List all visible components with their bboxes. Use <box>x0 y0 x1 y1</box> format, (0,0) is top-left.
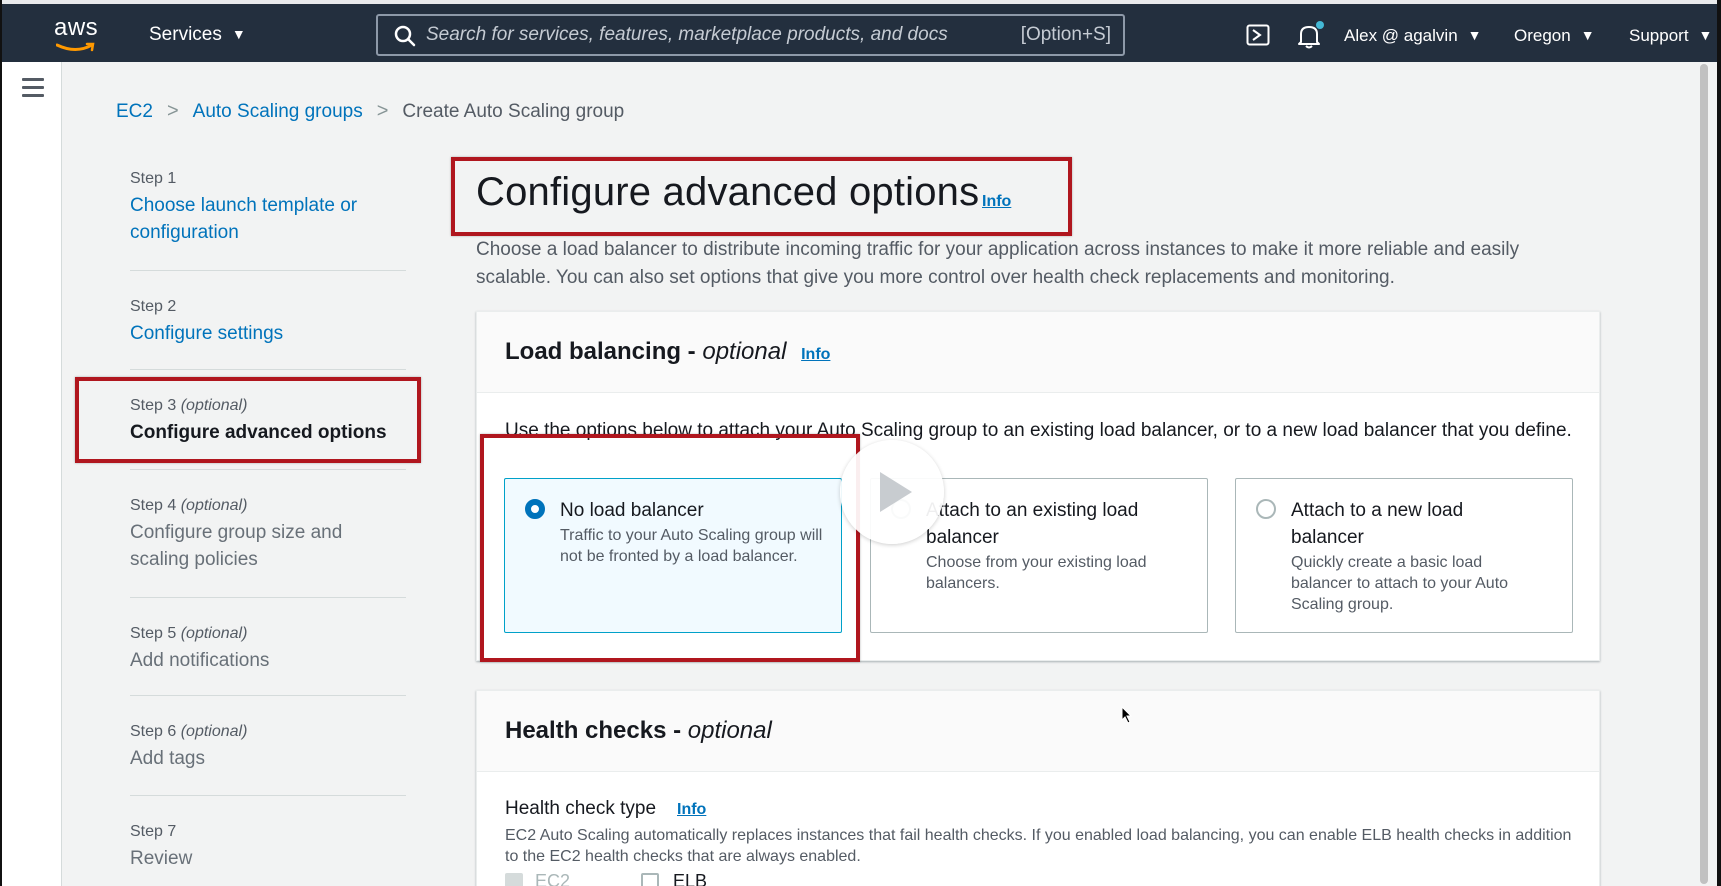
step-7-label: Review <box>130 848 193 869</box>
step-number: Step 4 (optional) <box>130 497 248 514</box>
caret-down-icon: ▼ <box>1467 27 1482 43</box>
side-rail <box>2 62 62 886</box>
option-description: Choose from your existing load balancers… <box>926 554 1147 592</box>
page-description: Choose a load balancer to distribute inc… <box>476 239 1520 288</box>
caret-down-icon: ▼ <box>1580 27 1595 43</box>
step-number: Step 2 <box>130 298 177 315</box>
top-navigation: aws Services ▼ [Option+S] <box>2 0 1717 62</box>
health-check-type-label: Health check type <box>505 798 657 819</box>
caret-down-icon: ▼ <box>1698 27 1713 43</box>
step-2: Step 2 Configure settings <box>130 271 406 370</box>
services-label: Services <box>149 24 222 45</box>
step-3-current: Configure advanced options <box>130 422 387 443</box>
support-label: Support <box>1629 26 1689 45</box>
load-balancing-intro: Use the options below to attach your Aut… <box>505 420 1572 441</box>
step-number: Step 1 <box>130 170 177 187</box>
chevron-right-icon: > <box>166 100 179 122</box>
load-balancing-panel: Load balancing - optional Info Use the o… <box>476 311 1600 661</box>
step-4-label: Configure group size and scaling policie… <box>130 522 343 570</box>
health-check-info-link[interactable]: Info <box>677 801 706 819</box>
radio-unselected[interactable] <box>1256 499 1276 519</box>
step-number: Step 7 <box>130 823 177 840</box>
page-scrollbar[interactable] <box>1698 62 1710 886</box>
region-label: Oregon <box>1514 26 1571 45</box>
step-number: Step 3 (optional) <box>130 397 248 414</box>
scrollbar-thumb[interactable] <box>1700 64 1708 884</box>
option-description: Quickly create a basic load balancer to … <box>1291 554 1509 613</box>
load-balancing-info-link[interactable]: Info <box>801 346 830 363</box>
step-5-label: Add notifications <box>130 650 270 671</box>
breadcrumb-ec2[interactable]: EC2 <box>116 101 153 122</box>
step-6-label: Add tags <box>130 748 205 769</box>
load-balancing-title: Load balancing - optional Info <box>505 338 831 365</box>
title-info-link[interactable]: Info <box>982 193 1011 211</box>
cursor-icon <box>1121 706 1133 724</box>
services-menu[interactable]: Services ▼ <box>149 24 246 46</box>
option-no-load-balancer[interactable]: No load balancer Traffic to your Auto Sc… <box>504 478 842 633</box>
search-input[interactable] <box>426 20 986 50</box>
step-4: Step 4 (optional) Configure group size a… <box>130 470 406 598</box>
chevron-right-icon: > <box>376 100 389 122</box>
option-label: No load balancer <box>560 500 704 521</box>
aws-logo-text: aws <box>54 14 99 41</box>
region-menu[interactable]: Oregon ▼ <box>1514 26 1595 46</box>
breadcrumb-auto-scaling-groups[interactable]: Auto Scaling groups <box>193 101 363 122</box>
hamburger-icon[interactable] <box>22 78 44 102</box>
wizard-steps: Step 1 Choose launch template or configu… <box>130 170 406 886</box>
option-label: Attach to an existing load balancer <box>926 500 1139 548</box>
step-number: Step 6 (optional) <box>130 723 248 740</box>
panel-header: Health checks - optional <box>477 691 1599 772</box>
aws-smile-icon <box>56 42 95 52</box>
search-bar[interactable]: [Option+S] <box>376 14 1125 56</box>
ec2-checkbox-label: EC2 <box>535 871 571 886</box>
notification-dot <box>1316 21 1324 29</box>
app-frame: aws Services ▼ [Option+S] <box>0 0 1721 886</box>
account-menu[interactable]: Alex @ agalvin ▼ <box>1344 26 1482 46</box>
elb-checkbox[interactable] <box>641 873 659 886</box>
step-3: Step 3 (optional) Configure advanced opt… <box>130 370 406 470</box>
option-description: Traffic to your Auto Scaling group will … <box>560 527 823 565</box>
step-2-link[interactable]: Configure settings <box>130 320 406 347</box>
step-7: Step 7 Review <box>130 796 406 886</box>
video-play-button[interactable] <box>840 440 944 544</box>
ec2-checkbox <box>505 873 523 886</box>
breadcrumb: EC2 > Auto Scaling groups > Create Auto Scal… <box>116 100 624 123</box>
step-number: Step 5 (optional) <box>130 625 248 642</box>
health-checks-panel: Health checks - optional Health check ty… <box>476 690 1600 886</box>
health-check-description: EC2 Auto Scaling automatically replaces … <box>505 827 1572 865</box>
radio-selected[interactable] <box>525 499 545 519</box>
aws-logo[interactable]: aws <box>54 16 108 56</box>
panel-header: Load balancing - optional Info <box>477 312 1599 393</box>
support-menu[interactable]: Support ▼ <box>1629 26 1712 46</box>
step-5: Step 5 (optional) Add notifications <box>130 598 406 696</box>
search-shortcut-hint: [Option+S] <box>1020 24 1111 45</box>
search-icon <box>394 25 416 47</box>
step-1: Step 1 Choose launch template or configu… <box>130 170 406 271</box>
page-title: Configure advanced options <box>476 170 980 214</box>
play-icon <box>880 472 912 512</box>
health-checks-title: Health checks - optional <box>505 717 772 744</box>
cloudshell-icon[interactable] <box>1246 24 1270 46</box>
option-label: Attach to a new load balancer <box>1291 500 1464 548</box>
account-label: Alex @ agalvin <box>1344 26 1458 45</box>
caret-down-icon: ▼ <box>231 26 246 42</box>
elb-checkbox-label: ELB <box>673 871 708 886</box>
step-1-link[interactable]: Choose launch template or configuration <box>130 192 406 246</box>
breadcrumb-current: Create Auto Scaling group <box>402 101 625 122</box>
step-6: Step 6 (optional) Add tags <box>130 696 406 796</box>
option-new-load-balancer[interactable]: Attach to a new load balancer Quickly cr… <box>1235 478 1573 633</box>
